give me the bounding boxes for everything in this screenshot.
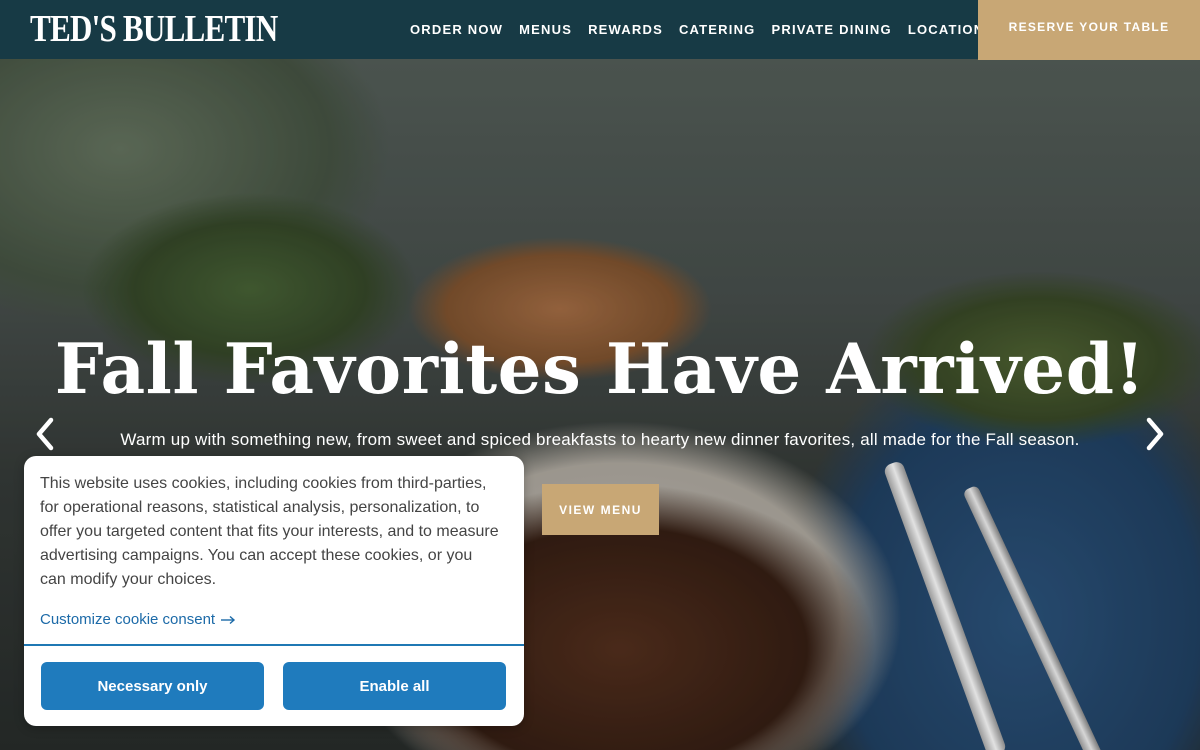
chevron-right-icon — [1146, 417, 1164, 451]
arrow-right-icon — [221, 615, 236, 624]
customize-cookie-consent-link[interactable]: Customize cookie consent — [40, 611, 236, 628]
nav-menus[interactable]: MENUS — [519, 22, 572, 37]
nav-rewards[interactable]: REWARDS — [588, 22, 663, 37]
carousel-next-button[interactable] — [1140, 414, 1170, 454]
cookie-consent-dialog: This website uses cookies, including coo… — [24, 456, 524, 726]
reserve-table-button[interactable]: RESERVE YOUR TABLE — [978, 0, 1200, 60]
view-menu-button[interactable]: VIEW MENU — [542, 484, 659, 535]
cookie-divider — [24, 644, 524, 646]
nav-catering[interactable]: CATERING — [679, 22, 756, 37]
cookie-consent-text: This website uses cookies, including coo… — [40, 475, 499, 588]
site-logo[interactable]: TED'S BULLETIN — [30, 9, 278, 49]
necessary-only-button[interactable]: Necessary only — [41, 662, 264, 710]
hero-subtitle: Warm up with something new, from sweet a… — [120, 430, 1080, 449]
nav-order-now[interactable]: ORDER NOW — [410, 22, 503, 37]
hero-photo-fork — [882, 459, 1008, 750]
site-header: TED'S BULLETIN ORDER NOW MENUS REWARDS C… — [0, 0, 1200, 60]
nav-private-dining[interactable]: PRIVATE DINING — [771, 22, 891, 37]
main-nav: ORDER NOW MENUS REWARDS CATERING PRIVATE… — [410, 22, 1010, 37]
customize-cookie-consent-label: Customize cookie consent — [40, 611, 216, 628]
carousel-prev-button[interactable] — [30, 414, 60, 454]
chevron-left-icon — [36, 417, 54, 451]
hero-title: Fall Favorites Have Arrived! — [54, 329, 1146, 410]
enable-all-button[interactable]: Enable all — [283, 662, 506, 710]
